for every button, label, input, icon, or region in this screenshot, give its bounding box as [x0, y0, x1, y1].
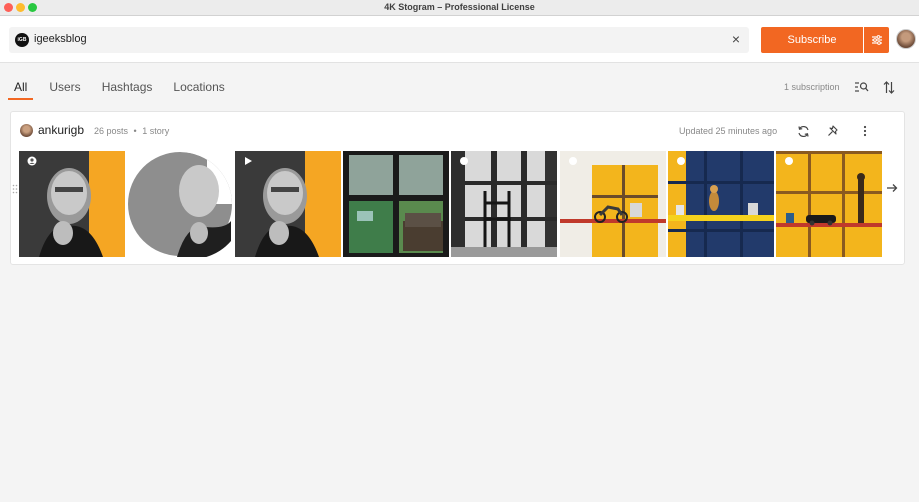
- subscription-card[interactable]: ankurigb 26 posts • 1 story Updated 25 m…: [10, 111, 905, 265]
- pin-icon: [828, 124, 838, 136]
- dot-icon: [460, 157, 468, 165]
- tab-locations[interactable]: Locations: [173, 78, 224, 100]
- search-input[interactable]: iGB igeeksblog ×: [9, 27, 749, 53]
- media-thumbnail[interactable]: [19, 151, 125, 257]
- story-thumbnail[interactable]: [127, 151, 233, 257]
- tab-all[interactable]: All: [8, 78, 34, 100]
- subscription-meta: 26 posts • 1 story: [94, 126, 169, 136]
- thumbnail-image: [127, 151, 233, 257]
- arrow-right-icon: [887, 184, 898, 192]
- thumbnail-image: [451, 151, 557, 257]
- thumbnail-image: [560, 151, 666, 257]
- window-title: 4K Stogram – Professional License: [384, 2, 535, 12]
- more-vertical-icon: [863, 125, 867, 137]
- filter-search-button[interactable]: [852, 78, 870, 96]
- media-thumbnail[interactable]: [343, 151, 449, 257]
- account-avatar-icon: iGB: [15, 33, 29, 47]
- drag-handle-icon[interactable]: [12, 184, 18, 194]
- play-icon: [245, 157, 252, 165]
- thumbnail-image: [776, 151, 882, 257]
- post-count: 26 posts: [94, 126, 129, 136]
- media-thumbnail[interactable]: [560, 151, 666, 257]
- subscription-settings-button[interactable]: [864, 27, 889, 53]
- media-thumbnail[interactable]: [668, 151, 774, 257]
- more-options-button[interactable]: [856, 122, 874, 140]
- video-thumbnail[interactable]: [235, 151, 341, 257]
- close-icon[interactable]: ×: [732, 31, 740, 47]
- user-avatar[interactable]: [896, 29, 916, 49]
- avatar: [20, 124, 33, 137]
- user-icon: [27, 156, 37, 166]
- title-bar: 4K Stogram – Professional License: [0, 0, 919, 16]
- media-thumbnail[interactable]: [451, 151, 557, 257]
- search-input-value[interactable]: igeeksblog: [34, 33, 87, 45]
- subscription-count: 1 subscription: [784, 82, 840, 92]
- sliders-icon: [871, 35, 882, 45]
- subscribe-button[interactable]: Subscribe: [761, 27, 863, 53]
- subscription-username[interactable]: ankurigb: [38, 123, 84, 137]
- sort-button[interactable]: [880, 78, 898, 96]
- refresh-button[interactable]: [794, 122, 812, 140]
- dot-icon: [569, 157, 577, 165]
- thumbnail-image: [19, 151, 125, 257]
- story-count: 1 story: [142, 126, 170, 136]
- dot-icon: [677, 157, 685, 165]
- thumbnail-image: [343, 151, 449, 257]
- updated-timestamp: Updated 25 minutes ago: [679, 126, 778, 136]
- refresh-icon: [797, 125, 809, 137]
- meta-separator: •: [133, 126, 137, 136]
- category-tabs: All Users Hashtags Locations: [8, 78, 246, 100]
- sort-icon: [883, 80, 895, 94]
- tab-hashtags[interactable]: Hashtags: [102, 78, 153, 100]
- search-header: iGB igeeksblog × Subscribe: [0, 16, 919, 63]
- tab-users[interactable]: Users: [49, 78, 80, 100]
- thumbnail-image: [235, 151, 341, 257]
- pin-button[interactable]: [824, 122, 842, 140]
- next-thumbnails-button[interactable]: [882, 179, 902, 197]
- media-thumbnail[interactable]: [776, 151, 882, 257]
- filter-search-icon: [854, 82, 868, 92]
- dot-icon: [785, 157, 793, 165]
- thumbnail-image: [668, 151, 774, 257]
